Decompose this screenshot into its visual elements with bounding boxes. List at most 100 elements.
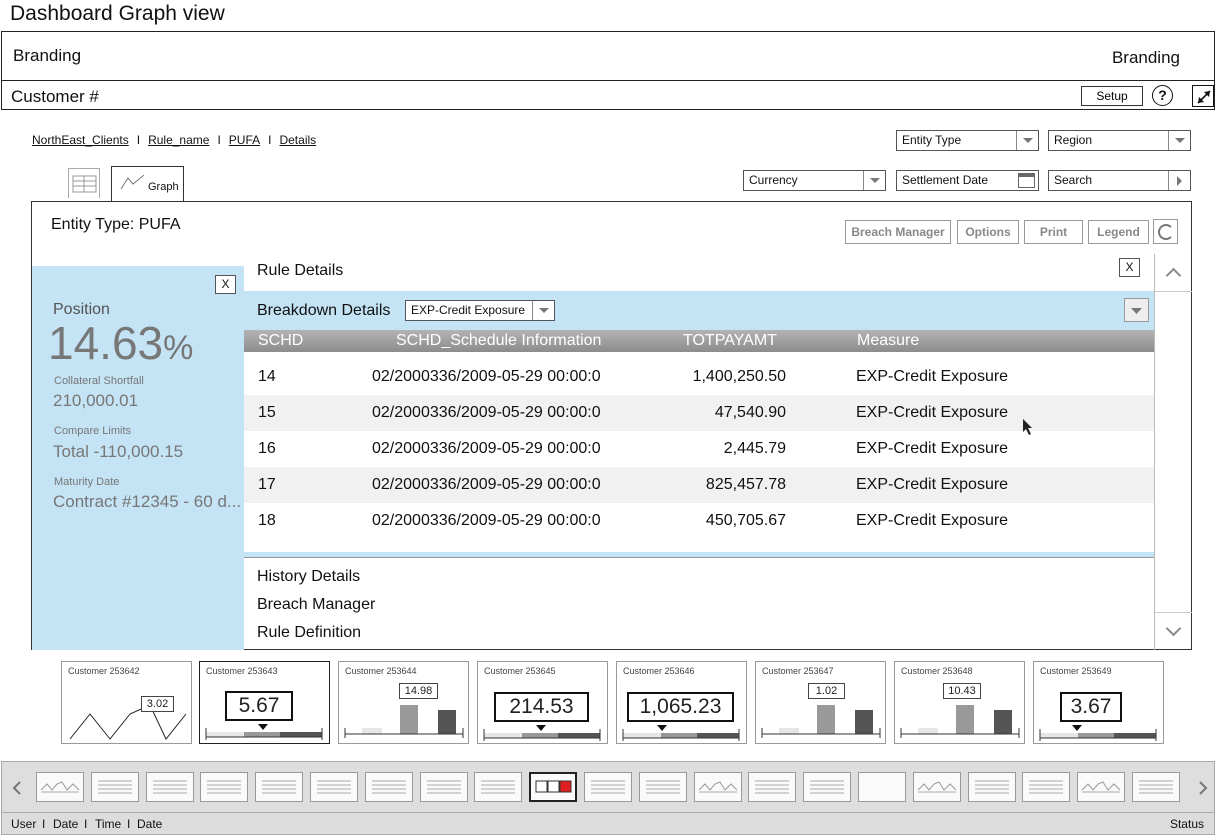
customer-card-253647[interactable]: Customer 253647 1.02 bbox=[755, 661, 886, 744]
thumbnail-line[interactable] bbox=[1077, 772, 1126, 802]
status-date: Date bbox=[53, 817, 79, 831]
collateral-shortfall-label: Collateral Shortfall bbox=[54, 375, 144, 387]
customer-card-253648[interactable]: Customer 253648 10.43 bbox=[894, 661, 1025, 744]
setup-button[interactable]: Setup bbox=[1081, 86, 1143, 106]
print-button[interactable]: Print bbox=[1024, 220, 1083, 244]
search-field[interactable]: Search bbox=[1048, 170, 1191, 191]
customer-card-253646[interactable]: Customer 253646 1,065.23 bbox=[616, 661, 747, 744]
legend-button[interactable]: Legend bbox=[1088, 220, 1149, 244]
collateral-shortfall-value: 210,000.01 bbox=[53, 391, 139, 410]
thumbnail-list[interactable] bbox=[200, 772, 249, 802]
breadcrumb-pufa[interactable]: PUFA bbox=[229, 133, 260, 147]
breach-manager-link[interactable]: Breach Manager bbox=[257, 596, 375, 614]
cell-totpayamt: 825,457.78 bbox=[705, 476, 786, 493]
rule-details-title: Rule Details bbox=[257, 262, 344, 279]
options-button[interactable]: Options bbox=[957, 220, 1019, 244]
thumbnail-list[interactable] bbox=[419, 772, 468, 802]
thumbnail-list[interactable] bbox=[638, 772, 687, 802]
chevron-right-icon[interactable] bbox=[1168, 171, 1190, 190]
tab-table-view[interactable] bbox=[68, 168, 100, 198]
breakdown-details-bar: Breakdown Details EXP-Credit Exposure bbox=[244, 291, 1154, 330]
table-row[interactable]: 16 02/2000336/2009-05-29 00:00:0 2,445.7… bbox=[244, 431, 1154, 467]
calendar-icon[interactable] bbox=[1018, 173, 1035, 188]
cell-schd: 16 bbox=[258, 440, 276, 457]
thumbnail-list[interactable] bbox=[748, 772, 797, 802]
table-row[interactable]: 18 02/2000336/2009-05-29 00:00:0 450,705… bbox=[244, 503, 1154, 539]
tab-graph-label: Graph bbox=[148, 181, 179, 193]
list-icon bbox=[207, 780, 242, 794]
cell-totpayamt: 2,445.79 bbox=[723, 440, 786, 457]
scroll-down-button[interactable] bbox=[1155, 612, 1192, 649]
entity-type-dropdown-label: Entity Type bbox=[902, 133, 962, 147]
settlement-date-picker[interactable]: Settlement Date bbox=[896, 170, 1039, 191]
scroll-up-button[interactable] bbox=[1155, 254, 1192, 292]
card-big-value: 214.53 bbox=[494, 692, 589, 722]
customer-card-253643[interactable]: Customer 253643 5.67 bbox=[199, 661, 330, 744]
chevron-right-icon[interactable] bbox=[1198, 781, 1208, 795]
thumbnail-list[interactable] bbox=[145, 772, 194, 802]
customer-card-253644[interactable]: Customer 253644 14.98 bbox=[338, 661, 469, 744]
mouse-cursor-icon bbox=[1023, 419, 1032, 435]
breadcrumb-separator: I bbox=[217, 133, 221, 147]
refresh-icon[interactable] bbox=[1153, 219, 1178, 244]
thumbnail-list[interactable] bbox=[310, 772, 358, 802]
breadcrumb: NorthEast_Clients I Rule_name I PUFA I Details bbox=[32, 133, 316, 147]
entity-type-title: Entity Type: PUFA bbox=[51, 216, 181, 233]
rule-definition-link[interactable]: Rule Definition bbox=[257, 624, 361, 642]
breadcrumb-northeast-clients[interactable]: NorthEast_Clients bbox=[32, 133, 129, 147]
column-header-totpayamt[interactable]: TOTPAYAMT bbox=[683, 332, 777, 350]
thumbnail-list[interactable] bbox=[255, 772, 304, 802]
help-icon[interactable]: ? bbox=[1152, 85, 1173, 106]
customer-card-253642[interactable]: Customer 253642 3.02 bbox=[61, 661, 192, 744]
thumbnail-list[interactable] bbox=[967, 772, 1016, 802]
currency-dropdown-label: Currency bbox=[749, 173, 798, 187]
column-header-schedule-info[interactable]: SCHD_Schedule Information bbox=[396, 332, 601, 350]
table-row[interactable]: 17 02/2000336/2009-05-29 00:00:0 825,457… bbox=[244, 467, 1154, 503]
thumbnail-blank[interactable] bbox=[858, 772, 906, 802]
card-big-value: 3.67 bbox=[1060, 692, 1122, 722]
history-details-link[interactable]: History Details bbox=[257, 568, 360, 586]
expand-icon[interactable] bbox=[1192, 85, 1214, 107]
cell-schedule-info: 02/2000336/2009-05-29 00:00:0 bbox=[372, 512, 601, 529]
column-header-schd[interactable]: SCHD bbox=[258, 332, 303, 350]
chevron-left-icon[interactable] bbox=[12, 781, 22, 795]
tab-graph-view[interactable]: Graph bbox=[111, 166, 184, 202]
card-big-value: 1,065.23 bbox=[627, 692, 734, 722]
breadcrumb-rule-name[interactable]: Rule_name bbox=[148, 133, 209, 147]
thumbnail-list[interactable] bbox=[364, 772, 413, 802]
line-chart-icon bbox=[40, 781, 80, 793]
thumbnail-list[interactable] bbox=[1132, 772, 1180, 802]
close-rule-details-button[interactable]: X bbox=[1119, 258, 1140, 277]
vertical-scrollbar[interactable] bbox=[1154, 254, 1192, 650]
list-icon bbox=[591, 780, 625, 794]
thumbnail-line[interactable] bbox=[693, 772, 742, 802]
thumbnail-list[interactable] bbox=[584, 772, 632, 802]
thumbnail-list[interactable] bbox=[803, 772, 852, 802]
breakdown-measure-dropdown[interactable]: EXP-Credit Exposure bbox=[405, 300, 555, 321]
currency-dropdown[interactable]: Currency bbox=[743, 170, 886, 191]
thumbnail-strip[interactable] bbox=[1, 761, 1215, 813]
close-summary-button[interactable]: X bbox=[215, 275, 236, 294]
thumbnail-list[interactable] bbox=[1022, 772, 1071, 802]
customer-card-253645[interactable]: Customer 253645 214.53 bbox=[477, 661, 608, 744]
table-row[interactable]: 15 02/2000336/2009-05-29 00:00:0 47,540.… bbox=[244, 395, 1154, 431]
list-icon bbox=[371, 780, 406, 794]
thumbnail-selected[interactable] bbox=[529, 772, 578, 802]
thumbnail-line[interactable] bbox=[36, 772, 84, 802]
breach-manager-button[interactable]: Breach Manager bbox=[845, 220, 951, 244]
entity-type-dropdown[interactable]: Entity Type bbox=[896, 130, 1039, 151]
region-dropdown-label: Region bbox=[1054, 133, 1093, 147]
region-dropdown[interactable]: Region bbox=[1048, 130, 1191, 151]
thumbnail-line[interactable] bbox=[912, 772, 961, 802]
compare-limits-value: Total -110,000.15 bbox=[53, 442, 184, 461]
table-row[interactable]: 14 02/2000336/2009-05-29 00:00:0 1,400,2… bbox=[244, 359, 1154, 395]
maturity-date-label: Maturity Date bbox=[54, 476, 120, 488]
customer-card-253649[interactable]: Customer 253649 3.67 bbox=[1033, 661, 1164, 744]
collapse-breakdown-button[interactable] bbox=[1124, 298, 1149, 322]
column-header-measure[interactable]: Measure bbox=[857, 332, 919, 350]
list-icon bbox=[1139, 780, 1173, 794]
thumbnail-list[interactable] bbox=[474, 772, 523, 802]
chevron-down-icon bbox=[863, 171, 885, 190]
thumbnail-list[interactable] bbox=[90, 772, 139, 802]
breadcrumb-details[interactable]: Details bbox=[279, 133, 316, 147]
